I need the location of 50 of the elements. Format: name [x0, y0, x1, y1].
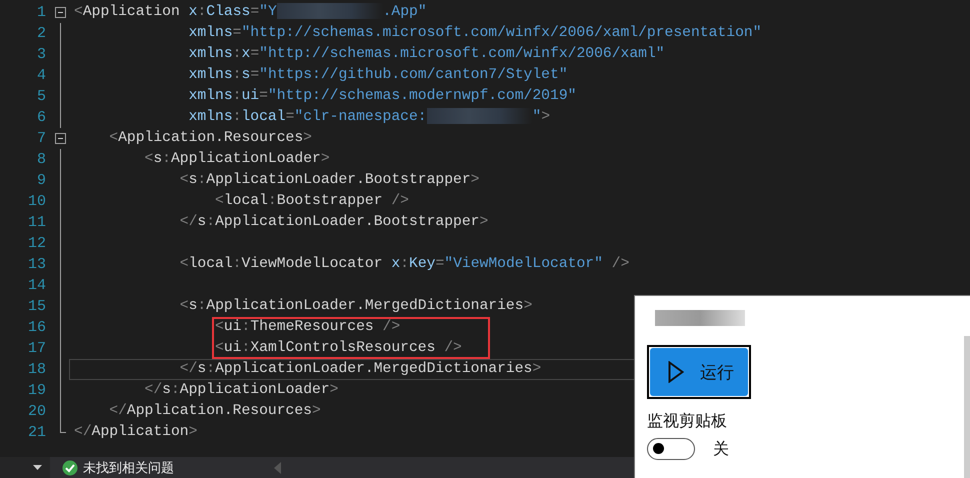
line-number: 18 — [26, 361, 47, 378]
collapse-icon[interactable] — [55, 133, 66, 144]
line-number: 8 — [36, 151, 47, 168]
status-message: 未找到相关问题 — [83, 460, 174, 476]
line-number: 6 — [36, 109, 47, 126]
line-number: 14 — [26, 277, 47, 294]
line-number: 9 — [36, 172, 47, 189]
line-number: 20 — [26, 403, 47, 420]
code-line: xmlns:x="http://schemas.microsoft.com/winfx/2006/xaml" — [188, 45, 665, 64]
toggle-label: 监视剪贴板 — [647, 411, 728, 432]
line-number: 16 — [26, 319, 47, 336]
line-number: 1 — [36, 4, 47, 21]
line-number: 7 — [36, 130, 47, 147]
line-number: 13 — [26, 256, 47, 273]
line-number: 4 — [36, 67, 47, 84]
toggle-switch[interactable] — [647, 438, 695, 460]
code-line: <local:Bootstrapper /> — [214, 192, 409, 211]
line-number: 17 — [26, 340, 47, 357]
code-line: </s:ApplicationLoader.Bootstrapper> — [178, 213, 488, 232]
code-line: <s:ApplicationLoader.MergedDictionaries> — [178, 297, 532, 316]
code-line: <s:ApplicationLoader> — [144, 150, 330, 169]
check-icon — [62, 460, 78, 476]
line-number: 19 — [26, 382, 47, 399]
code-line: </Application> — [74, 423, 198, 442]
line-number: 21 — [26, 424, 47, 441]
line-number: 2 — [36, 25, 47, 42]
line-number: 5 — [36, 88, 47, 105]
code-line: xmlns:local="clr-namespace: "> — [188, 108, 550, 127]
code-line: <Application.Resources> — [108, 129, 312, 148]
code-line: </Application.Resources> — [108, 402, 321, 421]
run-button[interactable]: 运行 — [650, 348, 748, 396]
line-number: 10 — [26, 193, 47, 210]
line-number: 3 — [36, 46, 47, 63]
line-number: 11 — [26, 214, 47, 231]
line-number: 12 — [26, 235, 47, 252]
code-line: <s:ApplicationLoader.Bootstrapper> — [178, 171, 480, 190]
line-number: 15 — [26, 298, 47, 315]
code-line: </s:ApplicationLoader.MergedDictionaries> — [178, 360, 542, 379]
collapse-icon[interactable] — [55, 7, 66, 18]
code-line: </s:ApplicationLoader> — [144, 381, 338, 400]
code-line: xmlns:ui="http://schemas.modernwpf.com/2019" — [188, 87, 576, 106]
code-line: <local:ViewModelLocator x:Key="ViewModelLocator" /> — [178, 255, 630, 274]
toggle-state: 关 — [713, 438, 729, 460]
play-icon — [668, 361, 684, 383]
code-line: <ui:ThemeResources /> — [214, 318, 400, 337]
code-line: xmlns="http://schemas.microsoft.com/winfx/2006/xaml/presentation" — [188, 24, 762, 43]
code-line: <Application x:Class="Y .App" — [74, 3, 427, 22]
code-line: <ui:XamlControlsResources /> — [214, 339, 462, 358]
caret-icon[interactable] — [33, 465, 42, 470]
code-line: xmlns:s="https://github.com/canton7/Stylet" — [188, 66, 568, 85]
